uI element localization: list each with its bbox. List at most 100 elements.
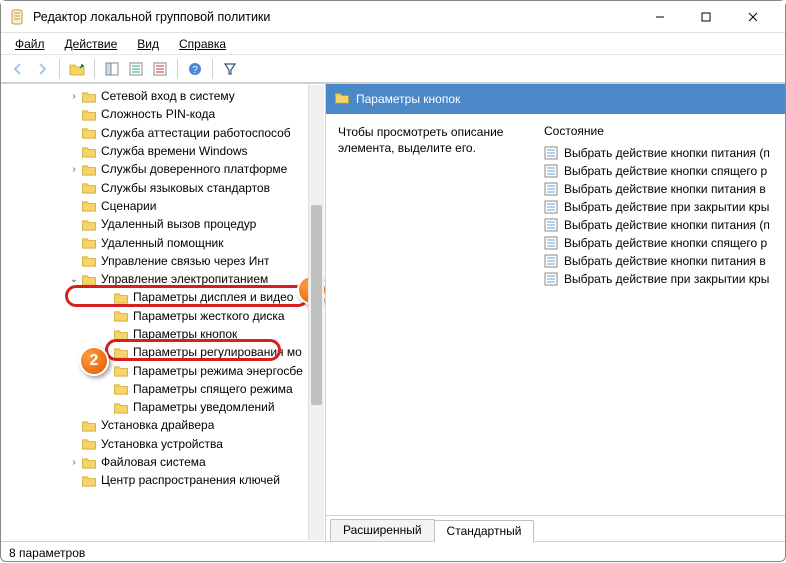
tree-scrollbar[interactable] — [308, 85, 324, 540]
status-bar: 8 параметров — [1, 541, 785, 563]
up-button[interactable] — [66, 58, 88, 80]
column-header-state[interactable]: Состояние — [544, 124, 773, 138]
folder-icon — [81, 126, 97, 139]
list-item[interactable]: Выбрать действие при закрытии кры — [544, 198, 773, 216]
properties-button[interactable] — [125, 58, 147, 80]
folder-icon — [81, 145, 97, 158]
list-item[interactable]: Выбрать действие кнопки питания в — [544, 252, 773, 270]
chevron-right-icon[interactable] — [67, 457, 81, 468]
tree-item[interactable]: Параметры регулирования мо — [1, 343, 325, 361]
list-item[interactable]: Выбрать действие кнопки питания в — [544, 180, 773, 198]
tree-item[interactable]: Установка устройства — [1, 435, 325, 453]
tree-item-label: Сложность PIN-кода — [101, 107, 215, 121]
tree-item[interactable]: Управление электропитанием — [1, 270, 325, 288]
folder-icon — [113, 401, 129, 414]
tree-item-label: Установка устройства — [101, 437, 223, 451]
tree-item[interactable]: Центр распространения ключей — [1, 471, 325, 489]
content-description: Чтобы просмотреть описание элемента, выд… — [338, 124, 528, 515]
svg-text:?: ? — [192, 65, 198, 76]
list-item-label: Выбрать действие кнопки питания в — [564, 182, 766, 196]
list-item[interactable]: Выбрать действие кнопки спящего р — [544, 162, 773, 180]
folder-icon — [334, 91, 350, 107]
menu-view[interactable]: Вид — [129, 35, 167, 53]
menu-file[interactable]: Файл — [7, 35, 53, 53]
setting-icon — [544, 200, 558, 214]
tree-item[interactable]: Управление связью через Инт — [1, 252, 325, 270]
chevron-down-icon[interactable] — [67, 274, 81, 285]
tree-item[interactable]: Удаленный помощник — [1, 233, 325, 251]
tree-item[interactable]: Сложность PIN-кода — [1, 105, 325, 123]
list-item[interactable]: Выбрать действие кнопки питания (п — [544, 216, 773, 234]
content-pane: Параметры кнопок Чтобы просмотреть описа… — [326, 84, 785, 541]
folder-icon — [81, 273, 97, 286]
list-item[interactable]: Выбрать действие кнопки питания (п — [544, 144, 773, 162]
toolbar: ? — [1, 55, 785, 83]
forward-button[interactable] — [31, 58, 53, 80]
export-button[interactable] — [149, 58, 171, 80]
tree-item-label: Управление связью через Инт — [101, 254, 269, 268]
tree-item-label: Служба времени Windows — [101, 144, 248, 158]
tree-item-label: Служба аттестации работоспособ — [101, 126, 291, 140]
app-icon — [9, 9, 25, 25]
tree-item-label: Файловая система — [101, 455, 206, 469]
setting-icon — [544, 182, 558, 196]
tab-standard[interactable]: Стандартный — [434, 520, 535, 542]
content-header: Параметры кнопок — [326, 84, 785, 114]
tree-item-label: Параметры регулирования мо — [133, 345, 302, 359]
show-hide-tree-button[interactable] — [101, 58, 123, 80]
tree-item[interactable]: Служба аттестации работоспособ — [1, 124, 325, 142]
tree-item[interactable]: Параметры спящего режима — [1, 380, 325, 398]
setting-icon — [544, 272, 558, 286]
filter-button[interactable] — [219, 58, 241, 80]
list-item-label: Выбрать действие кнопки питания (п — [564, 146, 770, 160]
tree-item[interactable]: Службы языковых стандартов — [1, 178, 325, 196]
tree-item[interactable]: Параметры дисплея и видео — [1, 288, 325, 306]
menu-bar: Файл Действие Вид Справка — [1, 33, 785, 55]
folder-icon — [113, 364, 129, 377]
tree-pane[interactable]: Сетевой вход в систему Сложность PIN-кода… — [1, 84, 326, 541]
tab-extended[interactable]: Расширенный — [330, 519, 435, 541]
list-item-label: Выбрать действие кнопки питания в — [564, 254, 766, 268]
tree-item-label: Сценарии — [101, 199, 156, 213]
tree-item[interactable]: Установка драйвера — [1, 416, 325, 434]
chevron-right-icon[interactable] — [67, 91, 81, 102]
tree-item[interactable]: Файловая система — [1, 453, 325, 471]
tree-item[interactable]: Удаленный вызов процедур — [1, 215, 325, 233]
tree-item[interactable]: Параметры режима энергосбе — [1, 361, 325, 379]
list-item[interactable]: Выбрать действие кнопки спящего р — [544, 234, 773, 252]
tree-item[interactable]: Служба времени Windows — [1, 142, 325, 160]
tab-bar: Расширенный Стандартный — [326, 515, 785, 541]
tree-item-label: Удаленный помощник — [101, 236, 224, 250]
main-workspace: Сетевой вход в систему Сложность PIN-кода… — [1, 83, 785, 541]
tree-item[interactable]: Сценарии — [1, 197, 325, 215]
tree-item-label: Центр распространения ключей — [101, 473, 280, 487]
title-bar: Редактор локальной групповой политики — [1, 1, 785, 33]
content-body: Чтобы просмотреть описание элемента, выд… — [326, 114, 785, 515]
tree-item[interactable]: Параметры кнопок — [1, 325, 325, 343]
folder-icon — [81, 163, 97, 176]
tree-item-label: Параметры кнопок — [133, 327, 237, 341]
maximize-button[interactable] — [683, 1, 729, 33]
tree-item[interactable]: Параметры уведомлений — [1, 398, 325, 416]
list-item-label: Выбрать действие кнопки питания (п — [564, 218, 770, 232]
folder-icon — [81, 108, 97, 121]
tree-item[interactable]: Параметры жесткого диска — [1, 307, 325, 325]
menu-action[interactable]: Действие — [57, 35, 126, 53]
toolbar-separator — [59, 59, 60, 79]
menu-help[interactable]: Справка — [171, 35, 234, 53]
tree-item-label: Установка драйвера — [101, 418, 214, 432]
content-header-title: Параметры кнопок — [356, 92, 460, 106]
folder-icon — [113, 382, 129, 395]
minimize-button[interactable] — [637, 1, 683, 33]
list-item[interactable]: Выбрать действие при закрытии кры — [544, 270, 773, 288]
tree-item[interactable]: Сетевой вход в систему — [1, 87, 325, 105]
tree-item-label: Параметры режима энергосбе — [133, 364, 303, 378]
tree-item[interactable]: Службы доверенного платформе — [1, 160, 325, 178]
close-button[interactable] — [729, 1, 777, 33]
chevron-right-icon[interactable] — [67, 164, 81, 175]
back-button[interactable] — [7, 58, 29, 80]
help-button[interactable]: ? — [184, 58, 206, 80]
list-item-label: Выбрать действие кнопки спящего р — [564, 164, 767, 178]
folder-icon — [81, 474, 97, 487]
tree-item-label: Параметры спящего режима — [133, 382, 293, 396]
